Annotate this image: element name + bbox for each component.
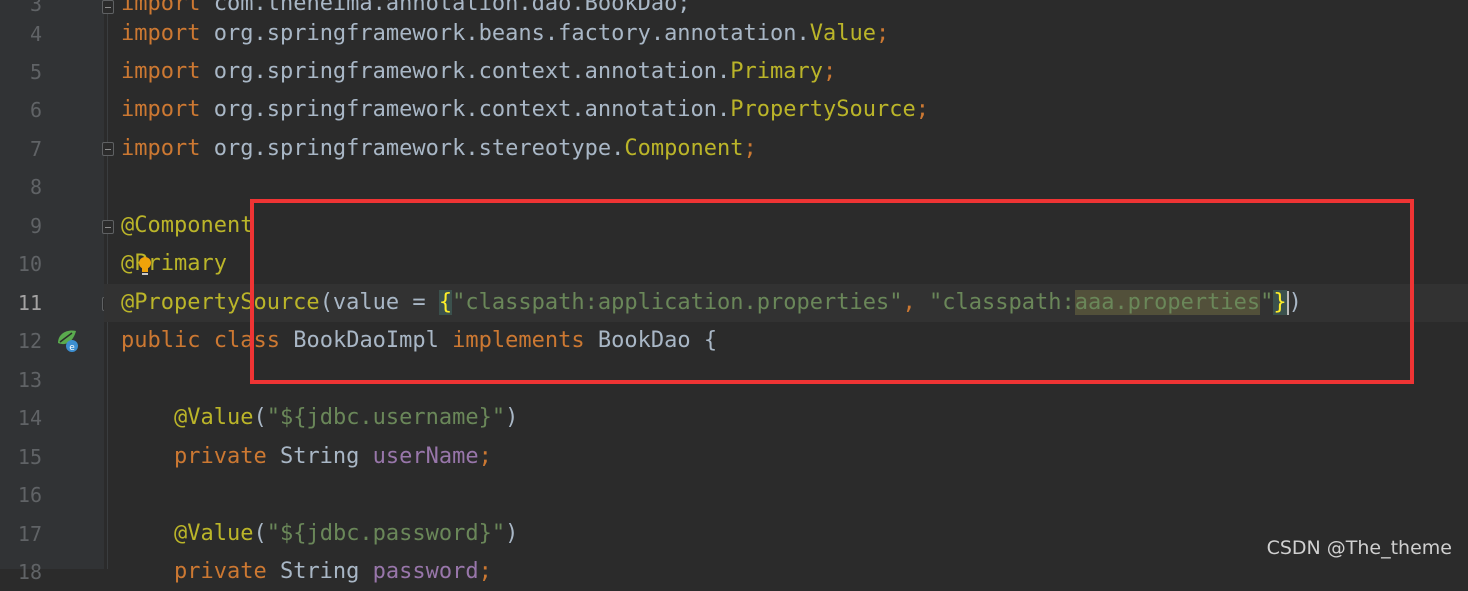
- line-number: 10: [17, 252, 42, 276]
- line-number: 8: [29, 175, 42, 199]
- code-line-7: import org.springframework.stereotype.Co…: [121, 136, 757, 161]
- line-number: 18: [17, 560, 42, 584]
- line-number: 5: [29, 60, 42, 84]
- editor-gutter: 3 4 5 6 7 8 9 10 11 12 13 14 15 16 17 18…: [0, 0, 104, 584]
- line-number-current: 11: [17, 291, 42, 315]
- highlight-annotation-box: [250, 199, 1414, 384]
- line-number: 12: [17, 329, 42, 353]
- code-line-15: private String userName;: [173, 444, 492, 469]
- line-number: 13: [17, 368, 42, 392]
- line-number: 15: [17, 445, 42, 469]
- bean-implementation-icon[interactable]: e: [54, 327, 82, 355]
- code-line-4: import org.springframework.beans.factory…: [121, 21, 890, 46]
- code-line-6: import org.springframework.context.annot…: [121, 97, 929, 122]
- code-line-9: @Component: [121, 213, 254, 238]
- code-line-17: @Value("${jdbc.password}"): [173, 521, 519, 546]
- code-line-5: import org.springframework.context.annot…: [121, 59, 837, 84]
- code-line-14: @Value("${jdbc.username}"): [173, 405, 519, 430]
- line-number: 4: [29, 22, 42, 46]
- line-number: 7: [29, 137, 42, 161]
- line-number: 6: [29, 98, 42, 122]
- lightbulb-icon[interactable]: [137, 256, 153, 276]
- watermark: CSDN @The_theme: [1266, 537, 1452, 559]
- svg-text:e: e: [69, 343, 75, 353]
- line-number: 16: [17, 483, 42, 507]
- line-number: 14: [17, 406, 42, 430]
- line-number: 17: [17, 522, 42, 546]
- line-number: 9: [29, 214, 42, 238]
- code-line-18: private String password;: [173, 559, 492, 584]
